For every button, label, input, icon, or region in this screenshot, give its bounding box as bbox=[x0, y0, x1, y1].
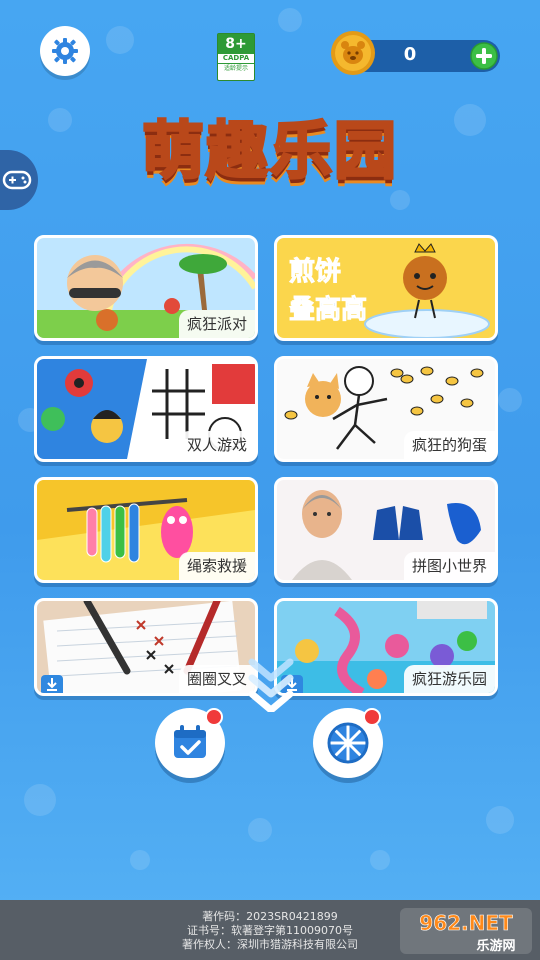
game-card-tic-tac-toe[interactable]: 圈圈叉叉 bbox=[34, 598, 258, 696]
settings-button[interactable] bbox=[40, 26, 90, 76]
notification-dot bbox=[363, 708, 381, 726]
game-card-pancake-stack[interactable]: 煎饼 叠高高 bbox=[274, 235, 498, 341]
game-card-crazy-party[interactable]: 疯狂派对 bbox=[34, 235, 258, 341]
game-label: 疯狂游乐园 bbox=[403, 665, 495, 693]
game-label: 双人游戏 bbox=[178, 431, 255, 459]
game-card-crazy-amusement-park[interactable]: 疯狂游乐园 bbox=[274, 598, 498, 696]
notification-dot bbox=[205, 708, 223, 726]
game-card-rope-rescue[interactable]: 绳索救援 bbox=[34, 477, 258, 583]
app-logo-title: 萌趣乐园 bbox=[140, 113, 398, 189]
add-coins-button[interactable] bbox=[470, 42, 498, 70]
daily-checkin-button[interactable] bbox=[155, 708, 225, 778]
game-label: 圈圈叉叉 bbox=[178, 665, 255, 693]
age-org: CADPA bbox=[222, 54, 250, 62]
age-rating: 8+ bbox=[218, 34, 254, 54]
gear-icon bbox=[52, 38, 78, 64]
game-card-puzzle-world[interactable]: 拼图小世界 bbox=[274, 477, 498, 583]
age-rating-badge: 8+ CADPA 适龄提示 bbox=[217, 33, 255, 81]
download-icon bbox=[41, 675, 63, 693]
chevron-down-icon[interactable] bbox=[246, 656, 296, 712]
watermark-bottom: 乐游网 bbox=[476, 938, 515, 954]
game-thumbnail: 煎饼 叠高高 bbox=[277, 238, 495, 338]
art-title-line2: 叠高高 bbox=[289, 294, 367, 325]
watermark-top: 962.NET bbox=[419, 911, 513, 935]
lucky-wheel-button[interactable] bbox=[313, 708, 383, 778]
coin-icon bbox=[331, 31, 375, 75]
site-watermark: 962.NET 乐游网 bbox=[400, 908, 532, 954]
game-label: 疯狂派对 bbox=[178, 310, 255, 338]
game-label: 疯狂的狗蛋 bbox=[403, 431, 495, 459]
game-label: 绳索救援 bbox=[178, 552, 255, 580]
game-card-two-player[interactable]: 双人游戏 bbox=[34, 356, 258, 462]
game-card-crazy-doge[interactable]: 疯狂的狗蛋 bbox=[274, 356, 498, 462]
game-label: 拼图小世界 bbox=[403, 552, 495, 580]
art-title-line1: 煎饼 bbox=[289, 256, 341, 287]
age-caption: 适龄提示 bbox=[218, 63, 254, 73]
